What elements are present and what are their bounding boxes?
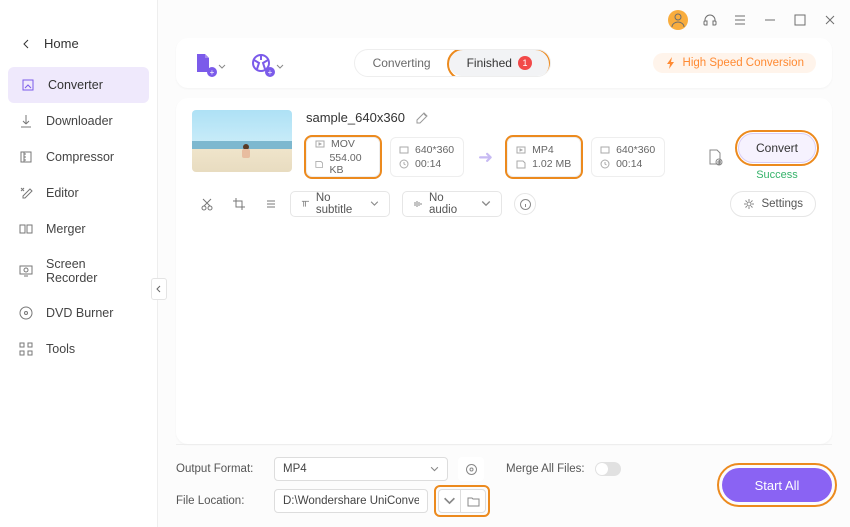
sidebar: Home Converter Downloader Compressor Edi…: [0, 0, 158, 527]
start-all-button-wrap: Start All: [722, 468, 832, 502]
finished-badge: 1: [518, 56, 532, 70]
home-label: Home: [44, 36, 79, 51]
convert-button[interactable]: Convert: [738, 133, 816, 163]
output-format-label: Output Format:: [176, 463, 264, 475]
file-location-dropdown[interactable]: [438, 489, 460, 513]
add-file-button[interactable]: +: [192, 52, 214, 74]
trim-icon[interactable]: [200, 197, 214, 211]
sidebar-item-tools[interactable]: Tools: [0, 331, 157, 367]
status-tabs: Converting Finished 1: [354, 49, 551, 77]
user-avatar-icon[interactable]: [668, 10, 688, 30]
output-format-settings-icon[interactable]: [458, 457, 484, 481]
status-label: Success: [756, 169, 798, 181]
settings-button[interactable]: Settings: [730, 191, 816, 217]
toolbar: + + Converting Finished 1: [176, 38, 832, 88]
edit-name-icon[interactable]: [415, 111, 429, 125]
file-name: sample_640x360: [306, 110, 405, 125]
output-format-select[interactable]: MP4: [274, 457, 448, 481]
sidebar-item-screen-recorder[interactable]: Screen Recorder: [0, 247, 157, 295]
video-thumbnail[interactable]: [192, 110, 292, 172]
sidebar-item-converter[interactable]: Converter: [8, 67, 149, 103]
info-icon[interactable]: [514, 193, 536, 215]
source-resolution-box: 640*360 00:14: [390, 137, 464, 177]
file-location-label: File Location:: [176, 495, 264, 507]
sidebar-item-dvd-burner[interactable]: DVD Burner: [0, 295, 157, 331]
open-folder-button[interactable]: [460, 489, 486, 513]
start-all-button[interactable]: Start All: [722, 468, 832, 502]
arrow-icon: ➜: [474, 147, 497, 168]
sidebar-item-downloader[interactable]: Downloader: [0, 103, 157, 139]
crop-icon[interactable]: [232, 197, 246, 211]
close-icon[interactable]: [822, 12, 838, 28]
add-url-button[interactable]: +: [250, 52, 272, 74]
sidebar-item-merger[interactable]: Merger: [0, 211, 157, 247]
audio-select[interactable]: No audio: [402, 191, 502, 217]
collapse-sidebar-button[interactable]: [151, 278, 167, 300]
tab-finished[interactable]: Finished 1: [449, 50, 550, 76]
tab-converting[interactable]: Converting: [355, 50, 449, 76]
file-card: sample_640x360 MOV 554.00 KB 640*360 00:…: [192, 110, 816, 181]
home-nav[interactable]: Home: [0, 28, 157, 67]
high-speed-conversion-button[interactable]: High Speed Conversion: [653, 53, 816, 73]
minimize-icon[interactable]: [762, 12, 778, 28]
headset-icon[interactable]: [702, 12, 718, 28]
maximize-icon[interactable]: [792, 12, 808, 28]
file-location-input[interactable]: D:\Wondershare UniConverter 1: [274, 489, 428, 513]
sidebar-item-editor[interactable]: Editor: [0, 175, 157, 211]
subtitle-select[interactable]: No subtitle: [290, 191, 390, 217]
menu-icon[interactable]: [732, 12, 748, 28]
source-format-box: MOV 554.00 KB: [306, 137, 380, 177]
target-resolution-box: 640*360 00:14: [591, 137, 665, 177]
merge-label: Merge All Files:: [506, 463, 585, 475]
merge-toggle[interactable]: [595, 462, 621, 476]
sidebar-item-compressor[interactable]: Compressor: [0, 139, 157, 175]
list-icon[interactable]: [264, 197, 278, 211]
output-settings-icon[interactable]: [706, 148, 724, 166]
target-format-box[interactable]: MP4 1.02 MB: [507, 137, 581, 177]
